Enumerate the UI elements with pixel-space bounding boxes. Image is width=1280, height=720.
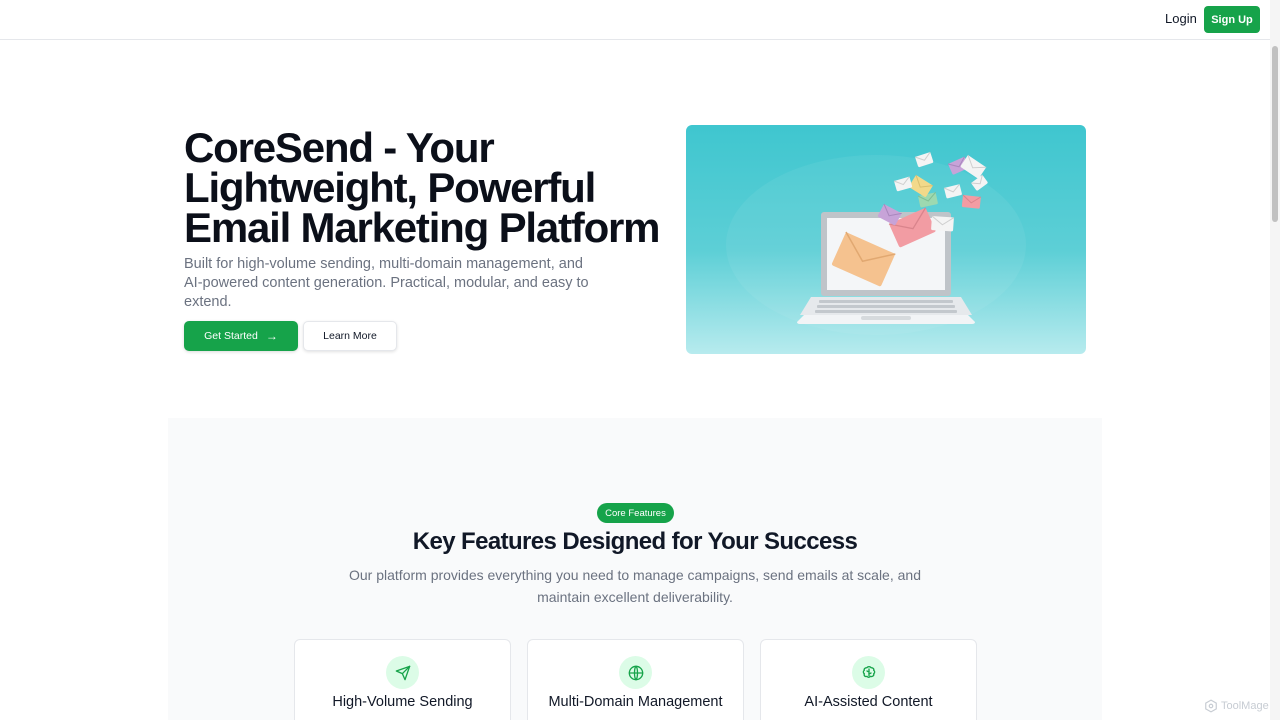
feature-card-high-volume-sending[interactable]: High-Volume Sending [294,639,511,720]
hero-title-line-1: CoreSend - Your [184,124,495,171]
page-scrollbar[interactable] [1270,0,1280,720]
feature-card-title: High-Volume Sending [332,694,473,710]
hero-subtitle: Built for high-volume sending, multi-dom… [184,256,589,310]
globe-icon [619,656,652,689]
brain-icon [852,656,885,689]
feature-card-ai-assisted-content[interactable]: AI-Assisted Content [760,639,977,720]
login-link[interactable]: Login [1165,11,1197,26]
features-subtitle: Our platform provides everything you nee… [349,567,921,605]
hero-title: CoreSend - Your Lightweight, Powerful Em… [184,124,661,251]
feature-card-title: AI-Assisted Content [804,694,933,710]
get-started-button[interactable]: Get Started → [184,321,298,351]
toolmage-logo-icon [1205,699,1217,713]
scrollbar-thumb[interactable] [1272,46,1278,222]
send-icon [386,656,419,689]
watermark-text: ToolMage [1221,700,1269,712]
hero-title-line-3: Email Marketing Platform [184,204,661,251]
hero-title-line-2: Lightweight, Powerful [184,164,596,211]
signup-button[interactable]: Sign Up [1204,6,1260,33]
feature-card-title: Multi-Domain Management [548,694,723,710]
features-title: Key Features Designed for Your Success [412,528,858,555]
core-features-badge: Core Features [597,503,674,523]
arrow-right-icon: → [265,329,278,343]
hero-illustration [686,125,1086,354]
learn-more-button[interactable]: Learn More [303,321,397,351]
laptop-with-flying-envelopes-illustration [726,151,1026,335]
watermark: ToolMage [1204,699,1269,713]
feature-card-multi-domain-management[interactable]: Multi-Domain Management [527,639,744,720]
top-nav: Login Sign Up [0,0,1270,40]
get-started-label: Get Started [204,330,258,342]
